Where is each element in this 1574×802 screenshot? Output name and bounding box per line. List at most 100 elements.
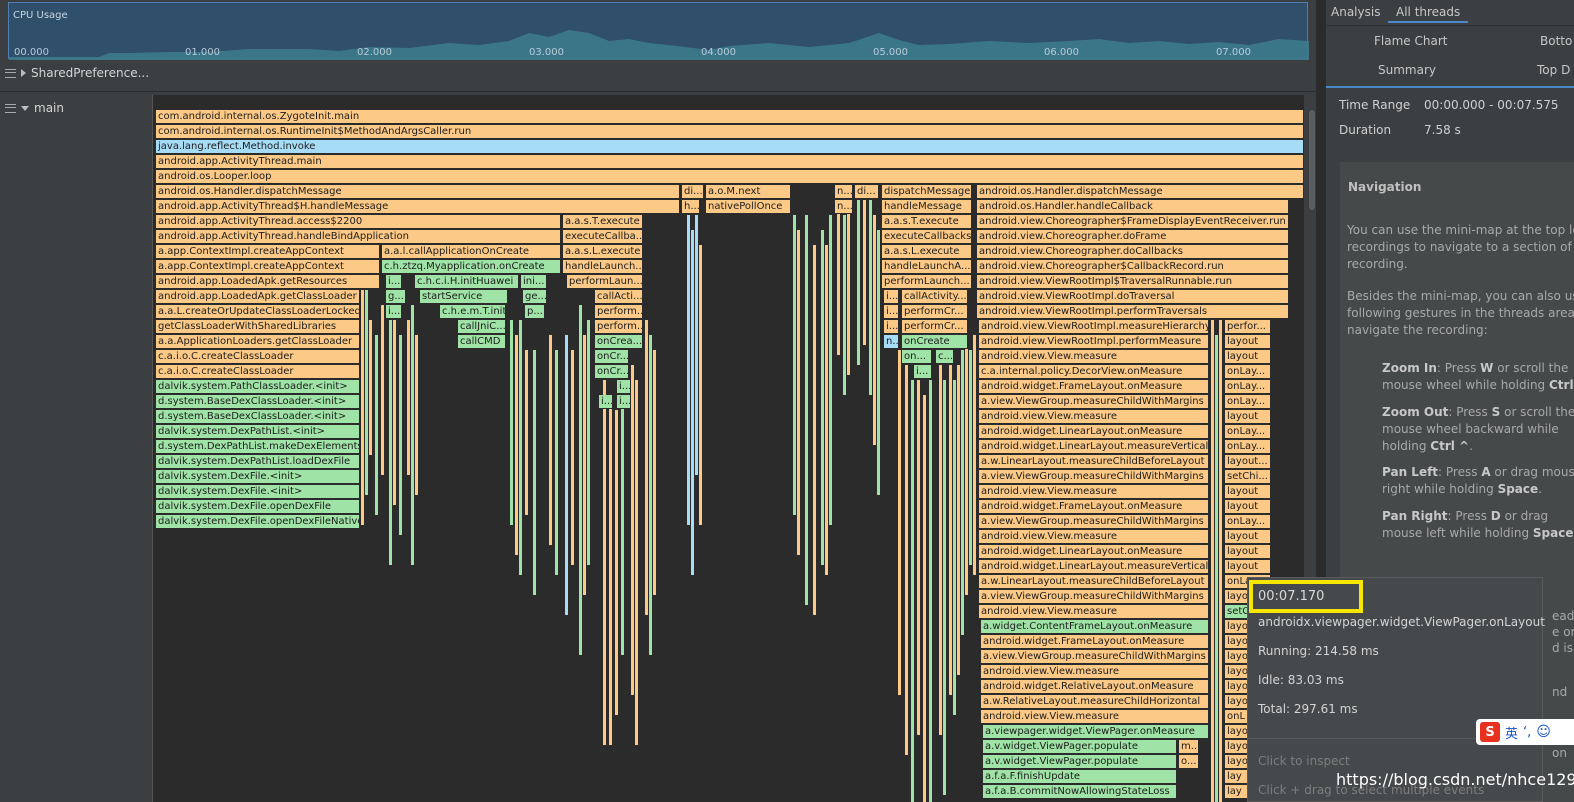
flame-frame-thin[interactable] <box>389 320 392 565</box>
flame-frame[interactable]: h... <box>682 200 700 214</box>
flame-frame[interactable]: android.os.Handler.dispatchMessage <box>156 185 680 199</box>
flame-frame[interactable]: onL <box>1225 710 1249 724</box>
flame-frame[interactable]: android.view.View.measure <box>979 410 1209 424</box>
flame-frame[interactable]: i... <box>884 290 899 304</box>
flame-frame[interactable]: setChi... <box>1225 470 1271 484</box>
flame-frame[interactable]: n... <box>884 335 899 349</box>
flame-frame[interactable]: c.h.ztzq.Myapplication.onCreate <box>382 260 561 274</box>
flame-frame-thin[interactable] <box>393 320 396 505</box>
flame-frame-thin[interactable] <box>898 350 901 695</box>
flame-frame[interactable]: ini... <box>521 275 547 289</box>
flame-frame[interactable]: android.widget.LinearLayout.onMeasure <box>979 425 1209 439</box>
tab-top-down[interactable]: Top D <box>1537 63 1570 77</box>
flame-frame[interactable]: android.view.ViewRootImpl.performTravers… <box>977 305 1289 319</box>
flame-frame-thin[interactable] <box>525 350 528 515</box>
flame-frame-thin[interactable] <box>949 365 952 695</box>
flame-frame[interactable]: dalvik.system.DexFile.<init> <box>156 485 360 499</box>
flame-frame[interactable]: onLay... <box>1225 365 1271 379</box>
flame-frame[interactable]: a.a.ApplicationLoaders.getClassLoader <box>156 335 360 349</box>
flame-frame[interactable]: layo <box>1225 680 1249 694</box>
tab-all-threads[interactable]: All threads <box>1388 5 1469 23</box>
flame-frame[interactable]: a.a.s.T.execute <box>563 215 643 229</box>
flame-frame[interactable]: i... <box>599 395 613 409</box>
flame-frame[interactable]: getClassLoaderWithSharedLibraries <box>156 320 360 334</box>
flame-frame[interactable]: g... <box>386 290 406 304</box>
flame-frame-thin[interactable] <box>873 215 876 445</box>
flame-frame[interactable]: perform... <box>595 320 643 334</box>
drag-handle-icon[interactable] <box>5 103 16 113</box>
flame-frame-thin[interactable] <box>953 380 956 715</box>
flame-frame[interactable]: a.view.ViewGroup.measureChildWithMargins <box>979 515 1209 529</box>
flame-frame[interactable]: a.o.M.next <box>706 185 791 199</box>
flame-frame[interactable]: android.view.ViewRootImpl.performMeasure <box>979 335 1209 349</box>
flame-frame[interactable]: a.widget.ContentFrameLayout.onMeasure <box>981 620 1209 634</box>
flame-frame[interactable]: lay <box>1225 785 1249 799</box>
flame-frame-thin[interactable] <box>805 215 808 605</box>
expand-arrow-icon[interactable] <box>21 69 26 77</box>
flame-frame[interactable]: android.app.ActivityThread.access$2200 <box>156 215 561 229</box>
flame-frame[interactable]: android.app.LoadedApk.getResources <box>156 275 380 289</box>
flame-frame[interactable]: c.a.internal.policy.DecorView.onMeasure <box>979 365 1209 379</box>
flame-frame[interactable]: i... <box>914 365 932 379</box>
flame-frame[interactable]: a.a.L.createOrUpdateClassLoaderLocked <box>156 305 360 319</box>
flame-frame[interactable]: layout <box>1225 410 1271 424</box>
flame-frame[interactable]: layo <box>1225 725 1249 739</box>
flame-frame-thin[interactable] <box>965 335 968 595</box>
flame-frame[interactable]: android.view.Choreographer.doCallbacks <box>977 245 1289 259</box>
flame-frame-thin[interactable] <box>375 335 378 515</box>
flame-frame[interactable]: a.a.l.callApplicationOnCreate <box>382 245 561 259</box>
flame-frame-thin[interactable] <box>1219 320 1222 802</box>
flame-frame[interactable]: android.os.Handler.handleCallback <box>977 200 1289 214</box>
flame-frame-thin[interactable] <box>1215 335 1218 802</box>
thread-row-main[interactable]: main <box>0 95 152 802</box>
flame-frame[interactable]: layout <box>1225 335 1271 349</box>
flame-frame[interactable]: layout... <box>1225 455 1271 469</box>
flame-frame[interactable]: lay <box>1225 770 1249 784</box>
flame-frame[interactable]: setC <box>1225 605 1249 619</box>
flame-frame[interactable]: callActivity... <box>902 290 968 304</box>
flame-frame[interactable]: c.a.i.o.C.createClassLoader <box>156 365 360 379</box>
flame-frame[interactable]: layo <box>1225 740 1249 754</box>
flame-frame[interactable]: a.f.a.F.finishUpdate <box>983 770 1177 784</box>
flame-frame[interactable]: performLaun... <box>567 275 643 289</box>
flame-frame[interactable]: layo <box>1225 590 1249 604</box>
flame-frame-thin[interactable] <box>609 395 612 745</box>
flame-frame-thin[interactable] <box>415 335 418 495</box>
flame-frame[interactable]: android.app.ActivityThread$H.handleMessa… <box>156 200 680 214</box>
flame-frame[interactable]: a.view.ViewGroup.measureChildWithMargins <box>981 650 1209 664</box>
scrollbar-thumb[interactable] <box>1309 110 1315 210</box>
flame-frame-thin[interactable] <box>519 320 522 575</box>
thread-label[interactable]: main <box>0 97 64 119</box>
flame-frame-thin[interactable] <box>877 230 880 495</box>
flame-frame[interactable]: callActi... <box>595 290 643 304</box>
flame-frame[interactable]: android.app.ActivityThread.handleBindApp… <box>156 230 561 244</box>
flame-frame[interactable]: android.view.View.measure <box>981 665 1209 679</box>
flame-frame-thin[interactable] <box>583 335 586 595</box>
thread-label[interactable]: SharedPreference... <box>0 62 149 84</box>
flame-frame-thin[interactable] <box>857 200 860 365</box>
flame-frame[interactable]: handleLaunch... <box>563 260 643 274</box>
flame-frame[interactable]: com.android.internal.os.RuntimeInit$Meth… <box>156 125 1304 139</box>
flame-frame[interactable]: a.viewpager.widget.ViewPager.onMeasure <box>983 725 1209 739</box>
flame-frame[interactable]: com.android.internal.os.ZygoteInit.main <box>156 110 1304 124</box>
flame-frame[interactable]: a.app.ContextImpl.createAppContext <box>156 245 380 259</box>
flame-frame-thin[interactable] <box>565 335 568 615</box>
flame-frame-thin[interactable] <box>821 230 824 565</box>
flame-frame-thin[interactable] <box>549 335 552 545</box>
flame-frame[interactable]: android.app.LoadedApk.getClassLoader <box>156 290 360 304</box>
flame-frame[interactable]: i... <box>884 320 899 334</box>
thread-row-shared-preference[interactable]: SharedPreference... <box>0 62 1316 92</box>
flame-frame-thin[interactable] <box>579 305 582 655</box>
flame-frame[interactable]: android.widget.FrameLayout.onMeasure <box>979 500 1209 514</box>
flame-frame-thin[interactable] <box>869 200 872 395</box>
flame-frame-thin[interactable] <box>381 305 384 475</box>
tab-bottom-up[interactable]: Botto <box>1540 34 1572 48</box>
flame-frame-thin[interactable] <box>687 215 690 525</box>
flame-frame-thin[interactable] <box>399 335 402 535</box>
flame-frame[interactable]: layo <box>1225 650 1249 664</box>
flame-frame-thin[interactable] <box>603 380 606 745</box>
flame-frame-thin[interactable] <box>793 215 796 515</box>
tab-summary[interactable]: Summary <box>1378 63 1436 77</box>
flame-frame[interactable]: c... <box>936 350 954 364</box>
flame-frame-thin[interactable] <box>797 230 800 555</box>
